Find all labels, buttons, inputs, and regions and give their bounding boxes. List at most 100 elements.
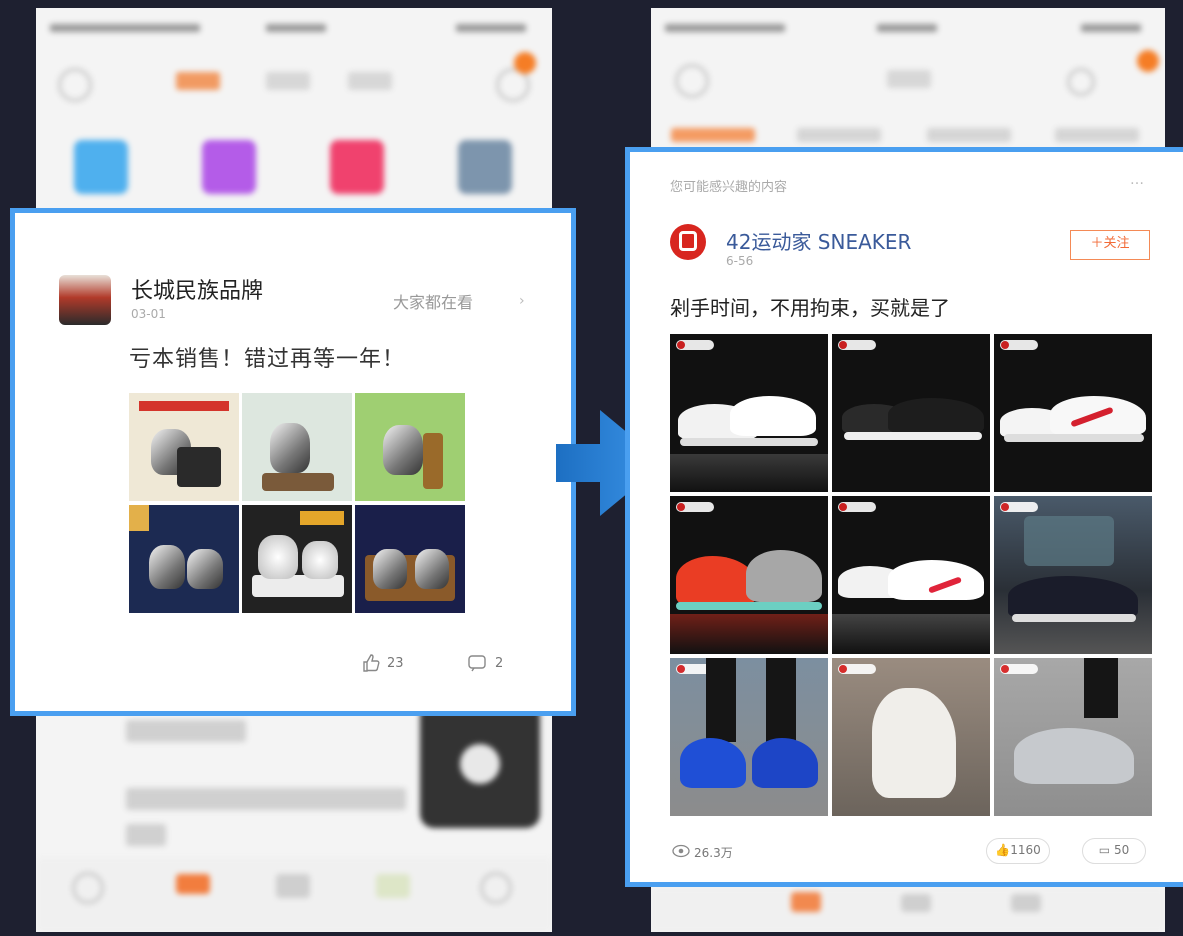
comment-count: 2 [495, 656, 504, 671]
kettle-4 [149, 545, 185, 589]
notification-badge [514, 52, 536, 74]
tab-active[interactable] [176, 72, 220, 90]
nav-third-icon[interactable] [901, 894, 931, 912]
product-image-5[interactable] [242, 505, 352, 613]
bottom-nav [36, 858, 552, 932]
product-banner-1 [139, 401, 229, 411]
highlighted-post-card-left[interactable]: 长城民族品牌 03-01 大家都在看 › 亏本销售！错过再等一年！ 23 2 [10, 208, 576, 716]
sneaker-gray [746, 550, 822, 602]
brand-watermark [1000, 664, 1038, 674]
brand-watermark [1000, 502, 1038, 512]
product-image-1[interactable] [129, 393, 239, 501]
tab-third[interactable] [348, 72, 392, 90]
status-bar-time [877, 24, 937, 32]
sneaker-red [676, 556, 756, 606]
brand-watermark [676, 340, 714, 350]
sneaker-white [872, 688, 956, 798]
kettle-6b [415, 549, 449, 589]
shortcut-gray-icon[interactable] [458, 140, 512, 194]
shortcut-pink-icon[interactable] [330, 140, 384, 194]
sneaker-sole [680, 438, 818, 446]
kettle-4b [187, 549, 223, 589]
page-title-placeholder [887, 70, 931, 88]
bottom-nav [651, 888, 1165, 932]
product-image-6[interactable] [994, 496, 1152, 654]
product-image-7[interactable] [670, 658, 828, 816]
product-image-2[interactable] [242, 393, 352, 501]
sneaker-sole [676, 602, 822, 610]
tab-second[interactable] [266, 72, 310, 90]
brand-watermark [838, 340, 876, 350]
sneaker-sole [1004, 434, 1144, 442]
follow-button[interactable]: ＋关注 [1070, 230, 1150, 260]
status-bar [36, 8, 552, 48]
sneaker-black-2 [888, 398, 984, 434]
nav-fourth-icon[interactable] [376, 874, 410, 898]
leg-right [766, 658, 796, 742]
next-post-text-2 [126, 824, 166, 846]
product-image-4[interactable] [129, 505, 239, 613]
sneaker-sole [844, 432, 982, 440]
more-icon[interactable]: … [1130, 172, 1144, 188]
sneaker-blue-1 [680, 738, 746, 788]
comment-button[interactable]: ▭ 50 [1082, 838, 1146, 864]
brand-watermark [838, 664, 876, 674]
shortcut-purple-icon[interactable] [202, 140, 256, 194]
recommendation-header: 您可能感兴趣的内容 [670, 180, 788, 195]
category-tab-2[interactable] [797, 128, 881, 142]
thumb-up-icon[interactable] [361, 653, 381, 673]
search-icon[interactable] [58, 68, 92, 102]
product-image-4[interactable] [670, 496, 828, 654]
status-bar-right [456, 24, 526, 32]
author-avatar[interactable] [59, 275, 111, 325]
shortcut-blue-icon[interactable] [74, 140, 128, 194]
like-button[interactable]: 👍1160 [986, 838, 1050, 864]
product-image-9[interactable] [994, 658, 1152, 816]
author-name[interactable]: 长城民族品牌 [131, 273, 263, 305]
kettle-5 [258, 535, 298, 579]
trending-label[interactable]: 大家都在看 [393, 289, 473, 313]
kettle-base-1 [177, 447, 221, 487]
comment-icon[interactable] [467, 653, 487, 673]
sneaker-gray [1014, 728, 1134, 784]
product-image-1[interactable] [670, 334, 828, 492]
reflection [670, 454, 828, 492]
status-bar-right [1081, 24, 1141, 32]
like-count: 23 [387, 656, 404, 671]
product-image-3[interactable] [994, 334, 1152, 492]
comment-count: 50 [1113, 843, 1130, 857]
highlighted-post-card-right[interactable]: 您可能感兴趣的内容 … 42运动家 SNEAKER 6-56 ＋关注 剁手时间，… [625, 147, 1183, 887]
user-icon[interactable] [1067, 68, 1095, 96]
nav-home-icon[interactable] [72, 872, 104, 904]
product-image-3[interactable] [355, 393, 465, 501]
search-icon[interactable] [675, 64, 709, 98]
brand-watermark [838, 502, 876, 512]
eye-icon [672, 844, 690, 858]
author-name[interactable]: 42运动家 SNEAKER [726, 226, 911, 255]
product-image-5[interactable] [832, 496, 990, 654]
background-building [1024, 516, 1114, 566]
category-tab-4[interactable] [1055, 128, 1139, 142]
nav-active-icon[interactable] [176, 874, 210, 894]
product-image-6[interactable] [355, 505, 465, 613]
thumb-up-icon: 👍 [995, 843, 1011, 857]
product-image-2[interactable] [832, 334, 990, 492]
plus-icon: ＋ [1090, 236, 1104, 251]
next-post-text [126, 788, 406, 810]
post-date: 6-56 [726, 254, 754, 268]
status-bar-left [665, 24, 785, 32]
kettle-base-3 [423, 433, 443, 489]
kettle-5b [302, 541, 338, 579]
status-bar-time [266, 24, 326, 32]
category-tab-3[interactable] [927, 128, 1011, 142]
nav-fourth-icon[interactable] [1011, 894, 1041, 912]
nav-profile-icon[interactable] [480, 872, 512, 904]
nav-active-icon[interactable] [791, 892, 821, 912]
view-count: 26.3万 [694, 846, 733, 860]
nav-third-icon[interactable] [276, 874, 310, 898]
avatar-logo [679, 231, 697, 251]
product-image-8[interactable] [832, 658, 990, 816]
kettle-3 [383, 425, 423, 475]
author-avatar[interactable] [670, 224, 706, 260]
category-tab-active[interactable] [671, 128, 755, 142]
